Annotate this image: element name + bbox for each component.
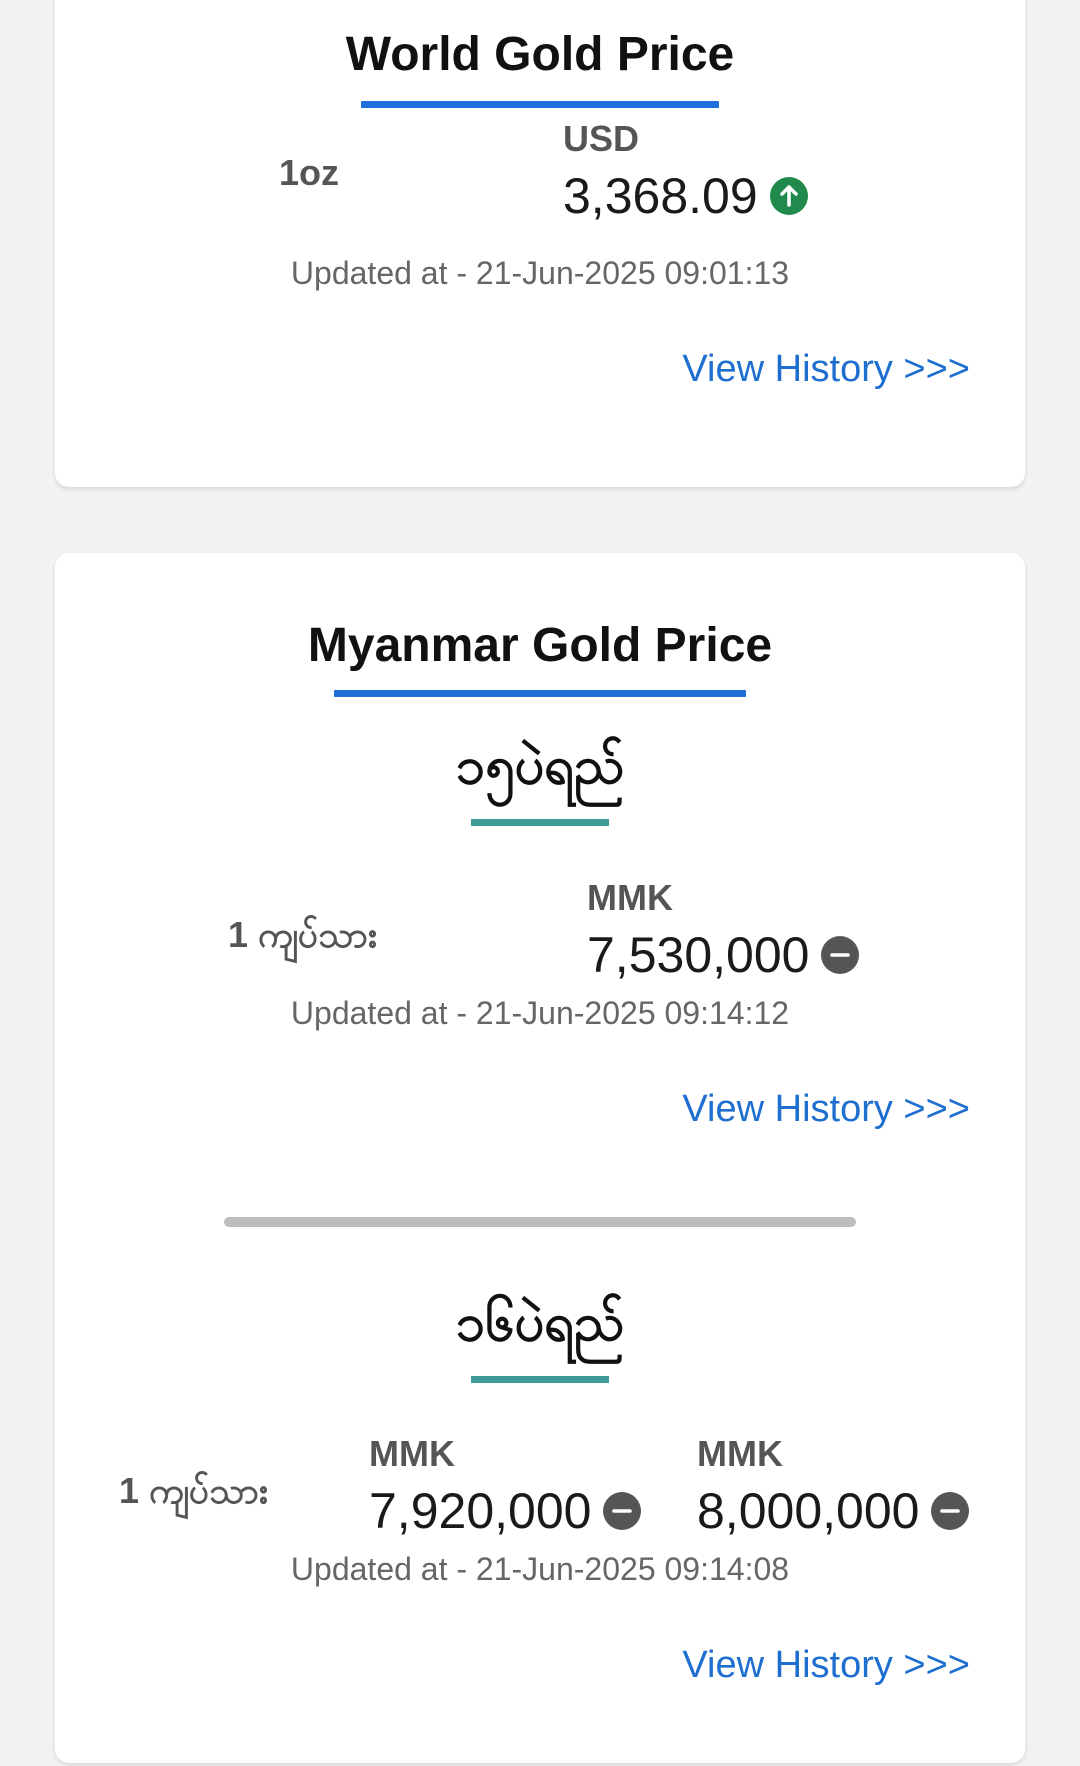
section-updated-text: Updated at - 21-Jun-2025 09:14:08 xyxy=(290,1551,790,1587)
section-price-row: 8,000,000 xyxy=(697,1483,970,1539)
section-title: ၁၆ပဲရည် xyxy=(455,1293,625,1353)
section-divider xyxy=(224,1217,856,1227)
minus-circle-icon xyxy=(821,936,860,974)
world-price-row: 3,368.09 xyxy=(563,171,808,221)
world-gold-title: World Gold Price xyxy=(345,28,735,81)
world-gold-title-underline xyxy=(361,101,719,108)
arrow-up-circle-icon xyxy=(769,177,808,215)
section-view-history-link[interactable]: View History >>> xyxy=(682,1644,970,1687)
section-price-value: 7,530,000 xyxy=(587,927,810,983)
world-price-value: 3,368.09 xyxy=(563,168,758,224)
section-price-value: 7,920,000 xyxy=(369,1483,592,1539)
section-price-row: 7,920,000 xyxy=(369,1483,642,1539)
section-currency-label: MMK xyxy=(587,877,673,918)
section-currency-label: MMK xyxy=(697,1433,783,1474)
section-currency-label: MMK xyxy=(369,1433,455,1474)
minus-circle-icon xyxy=(931,1492,970,1530)
section-price-value: 8,000,000 xyxy=(697,1483,920,1539)
section-title-underline xyxy=(471,819,609,826)
world-view-history-link[interactable]: View History >>> xyxy=(682,348,970,391)
myanmar-gold-title: Myanmar Gold Price xyxy=(307,619,773,672)
section-unit-label: 1 ကျပ်သား xyxy=(228,914,378,955)
myanmar-gold-price-card: Myanmar Gold Price ၁၅ပဲရည် 1 ကျပ်သား MMK… xyxy=(55,553,1025,1763)
world-currency-label: USD xyxy=(563,118,640,159)
section-title: ၁၅ပဲရည် xyxy=(455,736,625,796)
myanmar-gold-title-underline xyxy=(334,690,746,697)
section-unit-label: 1 ကျပ်သား xyxy=(119,1470,269,1511)
world-updated-text: Updated at - 21-Jun-2025 09:01:13 xyxy=(290,255,790,291)
section-updated-text: Updated at - 21-Jun-2025 09:14:12 xyxy=(290,995,790,1031)
minus-circle-icon xyxy=(603,1492,642,1530)
section-price-row: 7,530,000 xyxy=(587,927,860,983)
world-unit-label: 1oz xyxy=(279,152,340,193)
world-gold-price-card: World Gold Price 1oz USD 3,368.09 Update… xyxy=(55,0,1025,487)
section-title-underline xyxy=(471,1376,609,1383)
section-view-history-link[interactable]: View History >>> xyxy=(682,1088,970,1131)
